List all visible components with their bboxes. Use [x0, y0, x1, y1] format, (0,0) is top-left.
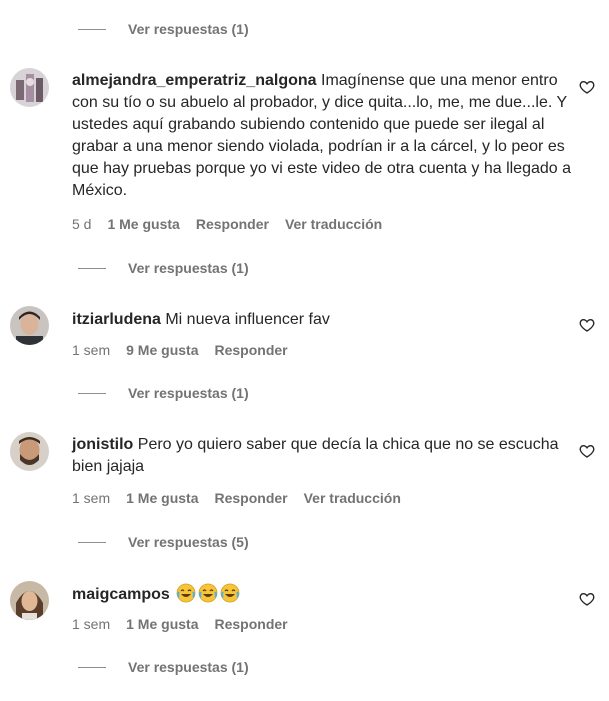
view-replies-link[interactable]: Ver respuestas (1)	[78, 19, 249, 39]
replies-divider	[78, 541, 106, 543]
view-replies-label[interactable]: Ver respuestas (1)	[128, 21, 249, 37]
comment-body: itziarludena Mi nueva influencer fav	[72, 309, 572, 331]
replies-divider	[78, 28, 106, 30]
view-replies-label[interactable]: Ver respuestas (5)	[128, 534, 249, 550]
comment-time[interactable]: 5 d	[72, 216, 91, 232]
translate-button[interactable]: Ver traducción	[304, 490, 401, 506]
likes-count[interactable]: 1 Me gusta	[126, 490, 198, 506]
comment-meta: 5 d 1 Me gusta Responder Ver traducción	[72, 216, 398, 232]
comment-meta: 1 sem 9 Me gusta Responder	[72, 342, 304, 358]
reply-button[interactable]: Responder	[214, 342, 287, 358]
comment-username[interactable]: jonistilo	[72, 436, 133, 453]
comment-text: Mi nueva influencer fav	[160, 311, 330, 328]
likes-count[interactable]: 9 Me gusta	[126, 342, 198, 358]
likes-count[interactable]: 1 Me gusta	[107, 216, 179, 232]
comment-time[interactable]: 1 sem	[72, 490, 110, 506]
avatar[interactable]	[10, 306, 49, 345]
laughing-crying-emoji	[198, 583, 218, 603]
comment-time[interactable]: 1 sem	[72, 616, 110, 632]
comment-text: Pero yo quiero saber que decía la chica …	[72, 436, 559, 475]
replies-divider	[78, 267, 106, 269]
view-replies-link[interactable]: Ver respuestas (1)	[78, 258, 249, 278]
heart-outline-icon[interactable]	[579, 317, 595, 333]
avatar[interactable]	[10, 581, 49, 620]
comment-meta: 1 sem 1 Me gusta Responder Ver traducció…	[72, 490, 417, 506]
avatar[interactable]	[10, 432, 49, 471]
likes-count[interactable]: 1 Me gusta	[126, 616, 198, 632]
comment-text: Imagínense que una menor entro con su tí…	[72, 72, 572, 199]
laughing-crying-emoji	[176, 583, 196, 603]
comment-body: maigcampos	[72, 583, 572, 606]
comment-time[interactable]: 1 sem	[72, 342, 110, 358]
view-replies-label[interactable]: Ver respuestas (1)	[128, 260, 249, 276]
comment-body: jonistilo Pero yo quiero saber que decía…	[72, 434, 572, 478]
comment-username[interactable]: maigcampos	[72, 586, 170, 603]
view-replies-link[interactable]: Ver respuestas (1)	[78, 657, 249, 677]
view-replies-link[interactable]: Ver respuestas (1)	[78, 383, 249, 403]
laughing-crying-emoji	[220, 583, 240, 603]
view-replies-link[interactable]: Ver respuestas (5)	[78, 532, 249, 552]
comment-username[interactable]: itziarludena	[72, 311, 161, 328]
comment-username[interactable]: almejandra_emperatriz_nalgona	[72, 72, 317, 89]
replies-divider	[78, 666, 106, 668]
reply-button[interactable]: Responder	[196, 216, 269, 232]
avatar[interactable]	[10, 68, 49, 107]
view-replies-label[interactable]: Ver respuestas (1)	[128, 385, 249, 401]
translate-button[interactable]: Ver traducción	[285, 216, 382, 232]
heart-outline-icon[interactable]	[579, 443, 595, 459]
heart-outline-icon[interactable]	[579, 79, 595, 95]
heart-outline-icon[interactable]	[579, 591, 595, 607]
reply-button[interactable]: Responder	[214, 490, 287, 506]
comment-meta: 1 sem 1 Me gusta Responder	[72, 616, 304, 632]
comment-body: almejandra_emperatriz_nalgona Imagínense…	[72, 70, 572, 202]
replies-divider	[78, 392, 106, 394]
view-replies-label[interactable]: Ver respuestas (1)	[128, 659, 249, 675]
reply-button[interactable]: Responder	[214, 616, 287, 632]
